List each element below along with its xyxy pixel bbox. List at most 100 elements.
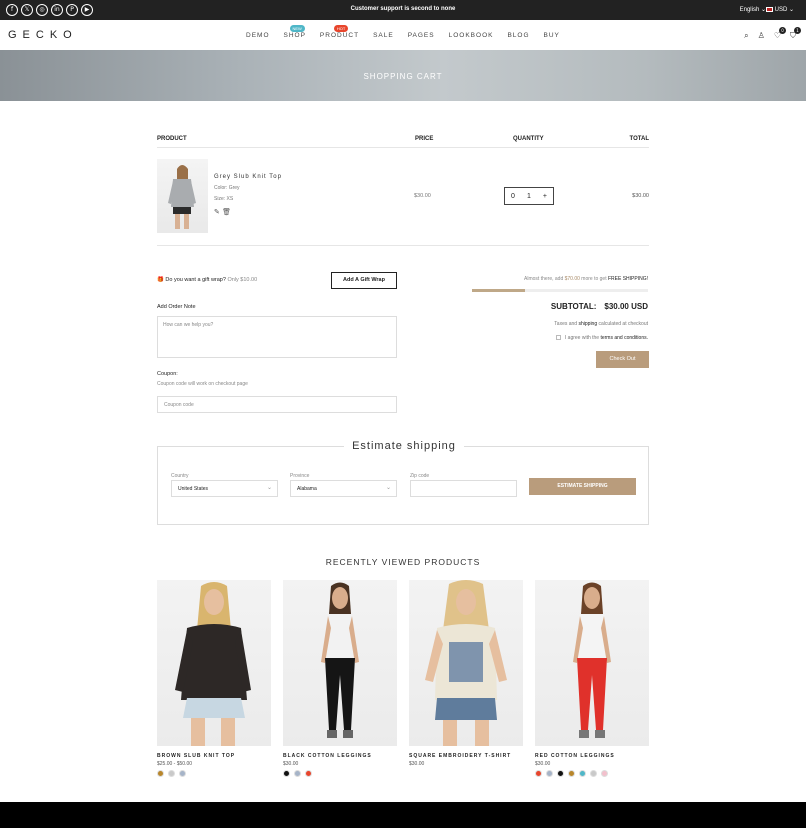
quantity-stepper: 0 1 + [504,187,554,205]
shipping-msg-mid: more to get [579,276,608,282]
gift-question: Do you want a gift wrap? [165,277,226,283]
decrease-button[interactable]: 0 [511,193,515,200]
cart-count: 1 [794,27,801,34]
user-icon[interactable]: ♙ [758,31,765,41]
chevron-down-icon: ⌄ [266,484,272,491]
color-swatch[interactable] [157,770,164,777]
zip-label: Zip code [410,473,430,479]
zip-input[interactable] [410,480,517,497]
product-image[interactable] [283,580,397,746]
color-swatch[interactable] [557,770,564,777]
cart-item-price: $30.00 [414,193,431,199]
product-card[interactable]: RED COTTON LEGGINGS $30.00 [535,580,649,777]
divider [157,245,649,246]
header-total: TOTAL [629,136,649,142]
color-swatch[interactable] [283,770,290,777]
agree-pre: I agree with the [564,335,601,341]
country-value: United States [178,486,209,492]
add-gift-wrap-button[interactable]: Add A Gift Wrap [331,272,397,289]
product-card[interactable]: BLACK COTTON LEGGINGS $30.00 [283,580,397,777]
product-image[interactable] [157,580,271,746]
nav-pages[interactable]: PAGES [408,32,435,39]
terms-agreement: I agree with the terms and conditions. [555,335,648,341]
wishlist-count: 0 [779,27,786,34]
estimate-shipping-box: Estimate shipping Country United States ⌄… [157,440,649,525]
product-name[interactable]: BROWN SLUB KNIT TOP [157,753,271,759]
subtotal-label: SUBTOTAL: [550,302,597,311]
country-select[interactable]: United States ⌄ [171,480,278,497]
province-select[interactable]: Alabama ⌄ [290,480,397,497]
search-icon[interactable]: ⌕ [744,31,748,41]
shipping-link[interactable]: shipping [578,321,597,327]
gift-icon: 🎁 [157,277,164,283]
cart-item-name[interactable]: Grey Slub Knit Top [214,174,282,180]
us-flag-icon [765,6,773,12]
quantity-input[interactable]: 1 [527,193,531,200]
product-name[interactable]: RED COTTON LEGGINGS [535,753,649,759]
nav-product[interactable]: PRODUCT HOT [319,25,360,39]
coupon-input[interactable]: Coupon code [157,396,397,413]
color-swatch[interactable] [305,770,312,777]
wishlist-icon[interactable]: ♡ 0 [774,27,786,41]
checkout-button[interactable]: Check Out [596,351,649,368]
model-photo [573,582,611,738]
edit-icon[interactable]: ✎ [214,208,220,216]
announcement-text: Customer support is second to none [350,6,456,12]
product-name[interactable]: BLACK COTTON LEGGINGS [283,753,397,759]
page-banner: SHOPPING CART [0,50,806,101]
item-actions: ✎ 🗑 [214,208,231,216]
product-image[interactable] [409,580,523,746]
color-swatch[interactable] [546,770,553,777]
new-badge: NEW [289,25,305,32]
nav-product-label: PRODUCT [319,32,360,39]
cart-item-total: $30.00 [632,193,649,199]
estimate-shipping-button[interactable]: ESTIMATE SHIPPING [529,478,636,495]
product-card[interactable]: BROWN SLUB KNIT TOP $25.00 - $50.00 [157,580,271,777]
terms-link[interactable]: terms and conditions. [600,335,648,341]
subtotal-value: $30.00 USD [604,302,648,311]
chevron-down-icon: ⌄ [385,484,391,491]
color-swatch[interactable] [179,770,186,777]
trash-icon[interactable]: 🗑 [222,208,231,216]
currency-label: USD [774,7,788,13]
subtotal: SUBTOTAL: $30.00 USD [551,302,648,311]
gift-wrap-question: 🎁 Do you want a gift wrap? Only $10.00 [157,277,257,283]
model-photo [425,580,507,746]
hot-badge: HOT [333,25,349,32]
product-price: $30.00 [535,761,551,767]
color-swatch[interactable] [168,770,175,777]
cart-icon[interactable]: ⛉ 1 [790,27,801,41]
color-swatch[interactable] [601,770,608,777]
order-note-field[interactable]: How can we help you? [157,316,397,358]
increase-button[interactable]: + [543,193,547,200]
nav-buy[interactable]: BUY [544,32,560,39]
terms-checkbox[interactable] [555,335,561,341]
nav-sale[interactable]: SALE [373,32,394,39]
top-bar: f 𝕏 ◎ in P ▶ Customer support is second … [0,0,806,20]
color-swatch[interactable] [294,770,301,777]
language-selector[interactable]: English ⌄ [740,6,766,13]
nav-lookbook[interactable]: LOOKBOOK [449,32,494,39]
header-price: PRICE [415,136,434,142]
product-card[interactable]: SQUARE EMBROIDERY T-SHIRT $30.00 [409,580,523,767]
nav-shop[interactable]: SHOP NEW [284,25,306,39]
logo[interactable]: GECKO [8,29,78,41]
product-image[interactable] [535,580,649,746]
color-swatch[interactable] [579,770,586,777]
province-value: Alabama [297,486,317,492]
progress-fill [472,289,525,292]
currency-selector[interactable]: USD ⌄ [765,6,794,13]
color-swatch[interactable] [590,770,597,777]
taxes-note: Taxes and shipping calculated at checkou… [554,321,648,327]
color-swatch[interactable] [568,770,575,777]
product-price: $30.00 [409,761,425,767]
cart-item-image[interactable] [157,159,208,233]
coupon-label: Coupon: [157,371,178,377]
product-price: $25.00 - $50.00 [157,761,193,767]
nav-blog[interactable]: BLOG [507,32,529,39]
color-swatch[interactable] [535,770,542,777]
cart-page: PRODUCT PRICE QUANTITY TOTAL Grey Slub K… [0,101,806,802]
nav-demo[interactable]: DEMO [246,32,270,39]
main-header: GECKO DEMO SHOP NEW PRODUCT HOT SALE PAGES… [0,20,806,50]
product-name[interactable]: SQUARE EMBROIDERY T-SHIRT [409,753,523,759]
